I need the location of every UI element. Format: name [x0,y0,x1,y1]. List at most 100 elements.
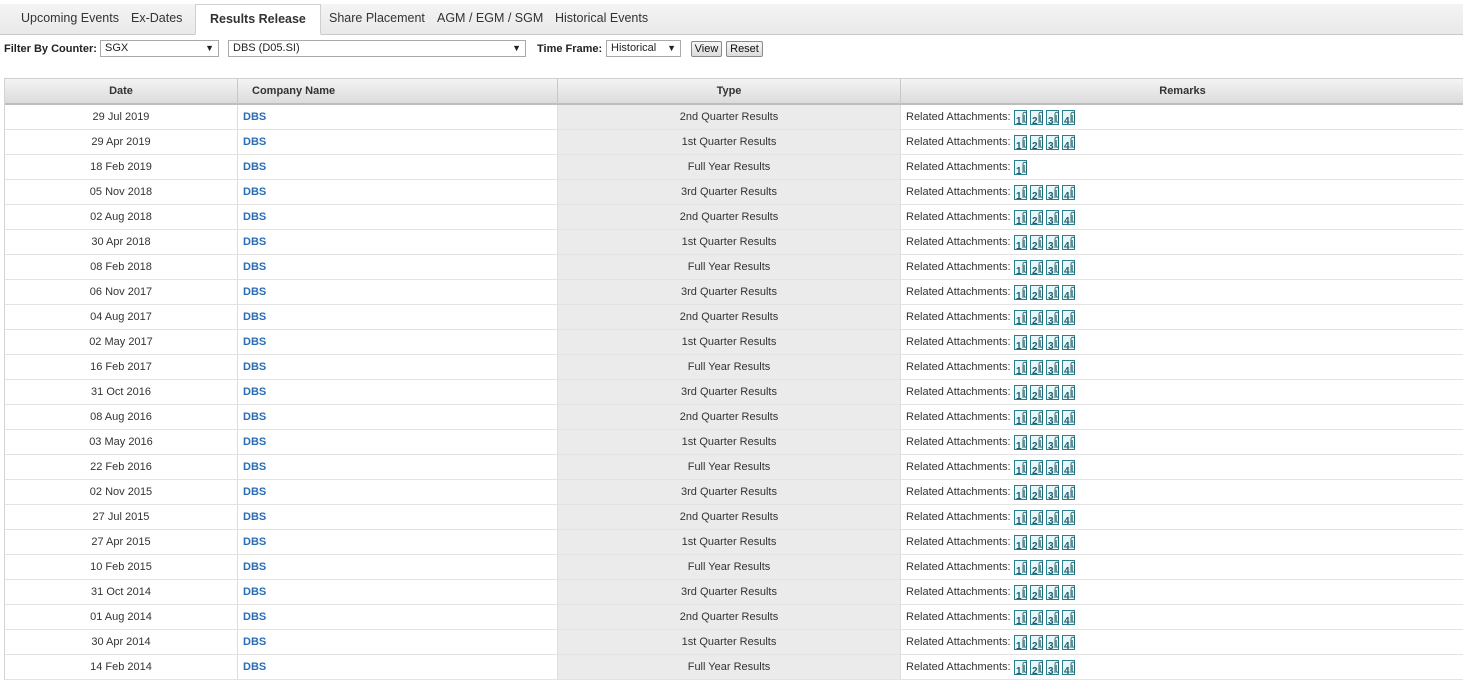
attachment-4-icon[interactable]: 4 [1061,309,1075,326]
attachment-1-icon[interactable]: 1 [1013,509,1027,526]
company-link[interactable]: DBS [238,380,558,404]
attachment-3-icon[interactable]: 3 [1045,484,1059,501]
attachment-4-icon[interactable]: 4 [1061,234,1075,251]
company-link[interactable]: DBS [238,580,558,604]
attachment-4-icon[interactable]: 4 [1061,559,1075,576]
attachment-2-icon[interactable]: 2 [1029,234,1043,251]
company-link[interactable]: DBS [238,505,558,529]
attachment-1-icon[interactable]: 1 [1013,484,1027,501]
attachment-4-icon[interactable]: 4 [1061,409,1075,426]
attachment-3-icon[interactable]: 3 [1045,234,1059,251]
company-link[interactable]: DBS [238,255,558,279]
attachment-4-icon[interactable]: 4 [1061,384,1075,401]
attachment-4-icon[interactable]: 4 [1061,609,1075,626]
attachment-3-icon[interactable]: 3 [1045,359,1059,376]
attachment-4-icon[interactable]: 4 [1061,184,1075,201]
company-link[interactable]: DBS [238,455,558,479]
tab-ex-dates[interactable]: Ex-Dates [131,4,182,34]
attachment-1-icon[interactable]: 1 [1013,284,1027,301]
attachment-1-icon[interactable]: 1 [1013,159,1027,176]
attachment-4-icon[interactable]: 4 [1061,634,1075,651]
attachment-3-icon[interactable]: 3 [1045,309,1059,326]
header-company-name[interactable]: Company Name [238,79,558,104]
attachment-4-icon[interactable]: 4 [1061,659,1075,676]
attachment-4-icon[interactable]: 4 [1061,484,1075,501]
attachment-1-icon[interactable]: 1 [1013,584,1027,601]
attachment-4-icon[interactable]: 4 [1061,334,1075,351]
company-link[interactable]: DBS [238,330,558,354]
company-link[interactable]: DBS [238,280,558,304]
attachment-3-icon[interactable]: 3 [1045,534,1059,551]
attachment-1-icon[interactable]: 1 [1013,409,1027,426]
view-button[interactable]: View [691,41,722,57]
attachment-1-icon[interactable]: 1 [1013,534,1027,551]
attachment-2-icon[interactable]: 2 [1029,634,1043,651]
attachment-2-icon[interactable]: 2 [1029,559,1043,576]
attachment-4-icon[interactable]: 4 [1061,534,1075,551]
attachment-2-icon[interactable]: 2 [1029,284,1043,301]
attachment-1-icon[interactable]: 1 [1013,384,1027,401]
company-link[interactable]: DBS [238,105,558,129]
attachment-3-icon[interactable]: 3 [1045,109,1059,126]
company-link[interactable]: DBS [238,530,558,554]
tab-share-placement[interactable]: Share Placement [329,4,425,34]
attachment-3-icon[interactable]: 3 [1045,134,1059,151]
attachment-4-icon[interactable]: 4 [1061,259,1075,276]
company-link[interactable]: DBS [238,605,558,629]
attachment-3-icon[interactable]: 3 [1045,384,1059,401]
timeframe-select[interactable]: Historical ▼ [606,40,681,57]
company-link[interactable]: DBS [238,355,558,379]
company-link[interactable]: DBS [238,480,558,504]
reset-button[interactable]: Reset [726,41,763,57]
attachment-2-icon[interactable]: 2 [1029,609,1043,626]
attachment-2-icon[interactable]: 2 [1029,509,1043,526]
attachment-2-icon[interactable]: 2 [1029,309,1043,326]
attachment-3-icon[interactable]: 3 [1045,609,1059,626]
attachment-2-icon[interactable]: 2 [1029,484,1043,501]
attachment-3-icon[interactable]: 3 [1045,284,1059,301]
attachment-2-icon[interactable]: 2 [1029,359,1043,376]
company-link[interactable]: DBS [238,155,558,179]
attachment-3-icon[interactable]: 3 [1045,409,1059,426]
company-link[interactable]: DBS [238,405,558,429]
attachment-3-icon[interactable]: 3 [1045,559,1059,576]
attachment-3-icon[interactable]: 3 [1045,334,1059,351]
attachment-4-icon[interactable]: 4 [1061,584,1075,601]
attachment-2-icon[interactable]: 2 [1029,209,1043,226]
attachment-1-icon[interactable]: 1 [1013,259,1027,276]
attachment-4-icon[interactable]: 4 [1061,284,1075,301]
attachment-4-icon[interactable]: 4 [1061,134,1075,151]
company-link[interactable]: DBS [238,430,558,454]
attachment-1-icon[interactable]: 1 [1013,134,1027,151]
attachment-3-icon[interactable]: 3 [1045,659,1059,676]
attachment-1-icon[interactable]: 1 [1013,334,1027,351]
counter-select[interactable]: DBS (D05.SI) ▼ [228,40,526,57]
attachment-4-icon[interactable]: 4 [1061,359,1075,376]
attachment-2-icon[interactable]: 2 [1029,259,1043,276]
tab-upcoming-events[interactable]: Upcoming Events [21,4,119,34]
company-link[interactable]: DBS [238,305,558,329]
attachment-2-icon[interactable]: 2 [1029,659,1043,676]
attachment-1-icon[interactable]: 1 [1013,109,1027,126]
attachment-2-icon[interactable]: 2 [1029,184,1043,201]
company-link[interactable]: DBS [238,230,558,254]
attachment-1-icon[interactable]: 1 [1013,234,1027,251]
attachment-3-icon[interactable]: 3 [1045,209,1059,226]
company-link[interactable]: DBS [238,630,558,654]
attachment-1-icon[interactable]: 1 [1013,609,1027,626]
company-link[interactable]: DBS [238,205,558,229]
attachment-2-icon[interactable]: 2 [1029,334,1043,351]
company-link[interactable]: DBS [238,180,558,204]
attachment-2-icon[interactable]: 2 [1029,134,1043,151]
tab-agm-egm-sgm[interactable]: AGM / EGM / SGM [437,4,543,34]
tab-results-release[interactable]: Results Release [195,4,321,35]
attachment-3-icon[interactable]: 3 [1045,634,1059,651]
attachment-1-icon[interactable]: 1 [1013,634,1027,651]
attachment-4-icon[interactable]: 4 [1061,459,1075,476]
attachment-1-icon[interactable]: 1 [1013,659,1027,676]
attachment-4-icon[interactable]: 4 [1061,209,1075,226]
attachment-3-icon[interactable]: 3 [1045,184,1059,201]
attachment-2-icon[interactable]: 2 [1029,384,1043,401]
attachment-2-icon[interactable]: 2 [1029,459,1043,476]
attachment-1-icon[interactable]: 1 [1013,559,1027,576]
